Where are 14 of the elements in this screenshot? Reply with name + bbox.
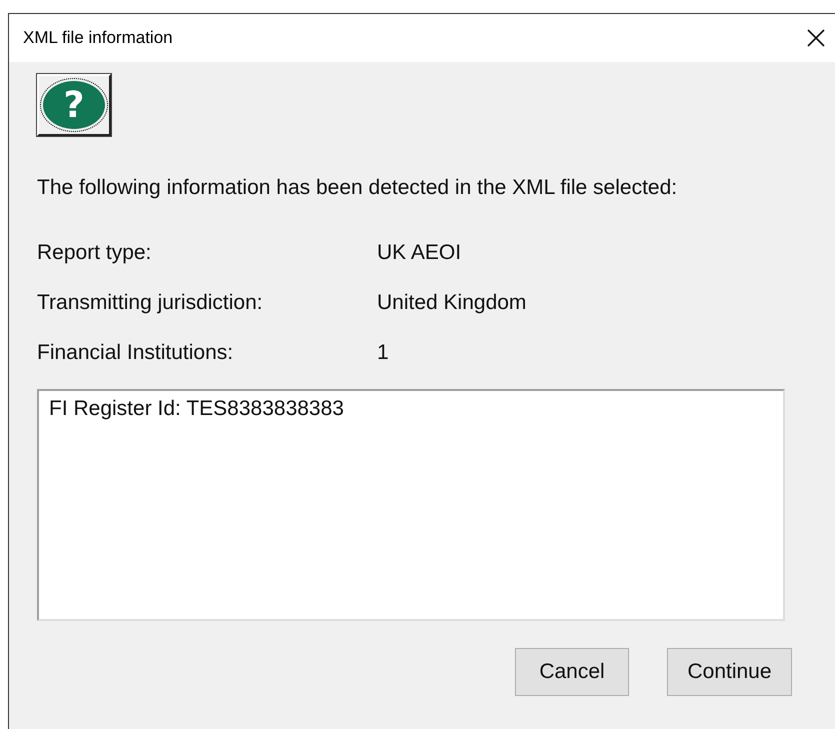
field-value: UK AEOI bbox=[377, 241, 462, 265]
field-label: Financial Institutions: bbox=[37, 341, 234, 365]
close-icon[interactable] bbox=[807, 29, 825, 47]
field-value: United Kingdom bbox=[377, 291, 526, 315]
field-value: 1 bbox=[377, 341, 389, 365]
cancel-button[interactable]: Cancel bbox=[515, 648, 629, 696]
list-item[interactable]: FI Register Id: TES8383838383 bbox=[49, 397, 773, 421]
help-button[interactable]: ? bbox=[37, 74, 111, 136]
window-title: XML file information bbox=[23, 28, 174, 48]
intro-text: The following information has been detected in the XML file selected: bbox=[37, 176, 678, 200]
field-label: Transmitting jurisdiction: bbox=[37, 291, 264, 315]
field-label: Report type: bbox=[37, 241, 152, 265]
list-box[interactable]: FI Register Id: TES8383838383 bbox=[37, 389, 785, 621]
continue-button[interactable]: Continue bbox=[667, 648, 792, 696]
